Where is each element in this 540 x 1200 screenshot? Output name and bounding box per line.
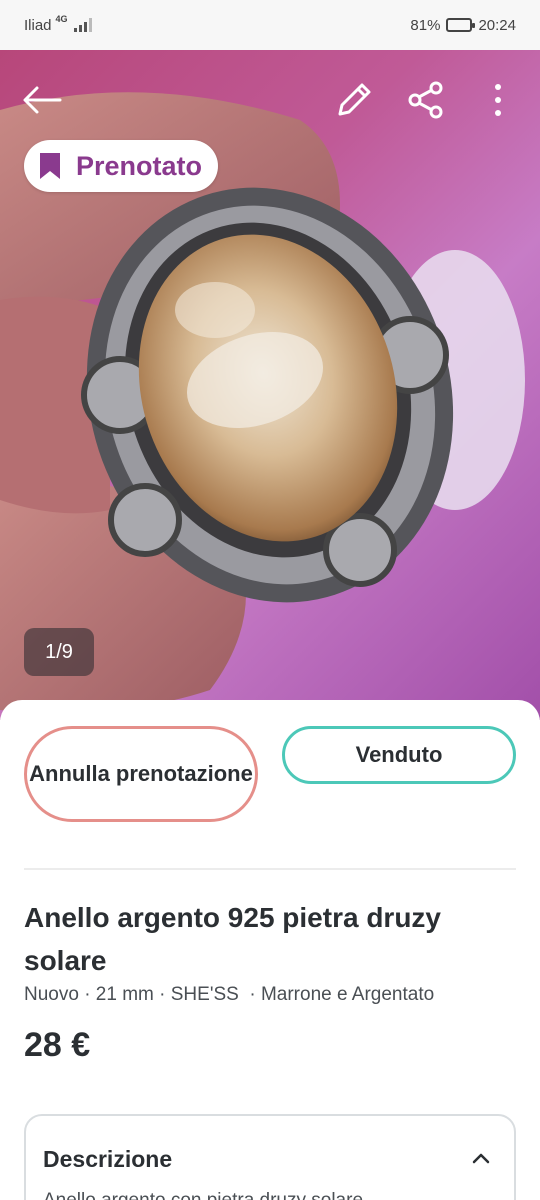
edit-button[interactable] xyxy=(332,78,376,122)
more-options-button[interactable] xyxy=(476,78,520,122)
description-section[interactable]: Descrizione Anello argento con pietra dr… xyxy=(24,1114,516,1200)
status-right: 81% 20:24 xyxy=(410,17,516,34)
item-details-sheet: Annulla prenotazione Venduto Anello arge… xyxy=(0,700,540,1200)
battery-percent: 81% xyxy=(410,16,441,34)
description-preview: Anello argento con pietra druzy solare xyxy=(43,1190,363,1200)
network-type: 4G xyxy=(55,14,68,24)
bookmark-icon xyxy=(40,153,60,179)
more-vertical-icon xyxy=(495,84,501,116)
cancel-reservation-button[interactable]: Annulla prenotazione xyxy=(24,726,258,822)
item-price: 28 € xyxy=(24,1026,91,1064)
reserved-badge-label: Prenotato xyxy=(76,150,203,181)
back-button[interactable] xyxy=(20,78,64,122)
carrier-label: Iliad xyxy=(24,16,52,34)
share-button[interactable] xyxy=(404,78,448,122)
mark-sold-button[interactable]: Venduto xyxy=(282,726,516,784)
edit-pencil-icon xyxy=(338,83,371,116)
battery-icon xyxy=(446,18,476,32)
clock: 20:24 xyxy=(478,16,516,34)
back-arrow-icon xyxy=(23,86,62,114)
chevron-up-icon[interactable] xyxy=(470,1148,492,1170)
share-icon xyxy=(408,81,443,119)
item-title: Anello argento 925 pietra druzy solare xyxy=(24,902,441,976)
status-left: Iliad 4G xyxy=(24,14,92,34)
item-details: Nuovo · 21 mm · SHE'SS · Marrone e Argen… xyxy=(24,984,435,1005)
photo-counter: 1/9 xyxy=(24,628,94,676)
reserved-badge: Prenotato xyxy=(24,140,219,192)
status-bar: Iliad 4G 81% 20:24 xyxy=(0,0,540,50)
divider xyxy=(24,868,516,870)
description-heading: Descrizione xyxy=(43,1146,173,1172)
signal-icon xyxy=(73,18,92,32)
